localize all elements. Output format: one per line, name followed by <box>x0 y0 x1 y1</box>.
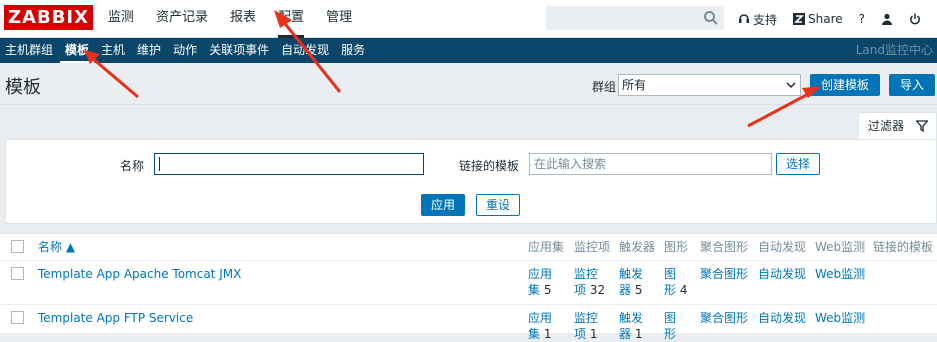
filter-tab-label: 过滤器 <box>868 119 905 133</box>
sub-navigation: 主机群组 模板 主机 维护 动作 关联项事件 自动发现 服务 Land监控中心 <box>0 38 937 63</box>
template-name-link[interactable]: Template App FTP Service <box>38 310 193 326</box>
apps-link[interactable]: 应用集 5 <box>528 266 552 298</box>
discovery-link[interactable]: 自动发现 <box>758 266 806 282</box>
linked-templates-input[interactable]: 在此输入搜索 <box>529 153 772 175</box>
tab-maintenance[interactable]: 维护 <box>132 38 166 63</box>
graphs-link[interactable]: 图形 <box>664 310 676 342</box>
signout-link[interactable] <box>909 13 921 25</box>
col-apps-header: 应用集 <box>528 240 565 254</box>
discovery-link[interactable]: 自动发现 <box>758 310 806 326</box>
col-items-header: 监控项 <box>574 240 611 254</box>
filter-tab[interactable]: 过滤器 <box>858 112 937 140</box>
text-caret <box>159 157 160 171</box>
filter-icon <box>916 120 928 132</box>
zabbix-logo[interactable]: ZABBIX <box>4 5 93 30</box>
main-menu: 监测 资产记录 报表 配置 管理 <box>108 0 374 38</box>
col-name-header[interactable]: 名称 ▲ <box>38 234 75 260</box>
menu-inventory[interactable]: 资产记录 <box>156 0 208 38</box>
share-z-icon <box>793 13 806 25</box>
server-name: Land监控中心 <box>855 43 933 57</box>
tab-hosts[interactable]: 主机 <box>96 38 130 63</box>
screens-link[interactable]: 聚合图形 <box>700 310 748 326</box>
row-checkbox[interactable] <box>11 267 24 280</box>
apps-link[interactable]: 应用集 1 <box>528 310 552 342</box>
apply-button[interactable]: 应用 <box>421 194 465 216</box>
group-select-value: 所有 <box>622 78 647 92</box>
graphs-link[interactable]: 图形 4 <box>664 266 687 298</box>
col-discovery-header: 自动发现 <box>758 240 807 254</box>
share-link[interactable]: Share <box>793 12 843 26</box>
share-label: Share <box>808 12 843 26</box>
tab-actions[interactable]: 动作 <box>168 38 202 63</box>
user-profile-link[interactable] <box>881 13 893 25</box>
menu-configuration[interactable]: 配置 <box>278 0 305 38</box>
page-title: 模板 <box>5 77 41 98</box>
support-label: 支持 <box>753 12 778 27</box>
template-name-link[interactable]: Template App Apache Tomcat JMX <box>38 266 241 282</box>
col-screens-header: 聚合图形 <box>700 240 749 254</box>
import-button[interactable]: 导入 <box>889 74 935 96</box>
select-button[interactable]: 选择 <box>776 153 820 175</box>
tab-correlation[interactable]: 关联项事件 <box>204 38 274 63</box>
web-link[interactable]: Web监测 <box>815 310 865 326</box>
web-link[interactable]: Web监测 <box>815 266 865 282</box>
chevron-down-icon <box>786 82 796 89</box>
menu-administration[interactable]: 管理 <box>326 0 352 38</box>
triggers-link[interactable]: 触发器 5 <box>619 266 643 298</box>
col-web-header: Web监测 <box>815 240 866 254</box>
sub-menu: 主机群组 模板 主机 维护 动作 关联项事件 自动发现 服务 <box>0 38 372 63</box>
group-select[interactable]: 所有 <box>618 74 801 96</box>
row-checkbox[interactable] <box>11 311 24 324</box>
search-icon[interactable] <box>703 10 719 26</box>
templates-table: 名称 ▲ 应用集 监控项 触发器 图形 聚合图形 自动发现 Web监测 链接的模… <box>0 233 937 341</box>
top-links: 支持 Share ? <box>738 0 937 38</box>
filter-panel: 名称 链接的模板 在此输入搜索 选择 应用 重设 <box>5 139 937 224</box>
divider <box>0 104 937 105</box>
filter-name-label: 名称 <box>120 159 145 173</box>
create-template-button[interactable]: 创建模板 <box>810 74 880 96</box>
tab-host-groups[interactable]: 主机群组 <box>0 38 58 63</box>
row-divider <box>0 304 937 305</box>
group-label: 群组 <box>592 80 617 94</box>
headset-icon <box>739 14 749 23</box>
tab-discovery[interactable]: 自动发现 <box>276 38 334 63</box>
filter-name-input[interactable] <box>154 153 424 175</box>
tab-templates[interactable]: 模板 <box>60 38 95 63</box>
col-linked-header: 链接的模板 <box>873 240 934 254</box>
menu-monitoring[interactable]: 监测 <box>108 0 134 38</box>
screens-link[interactable]: 聚合图形 <box>700 266 748 282</box>
help-link[interactable]: ? <box>859 12 865 26</box>
tab-services[interactable]: 服务 <box>336 38 370 63</box>
col-graphs-header: 图形 <box>664 240 689 254</box>
menu-reports[interactable]: 报表 <box>230 0 256 38</box>
reset-button[interactable]: 重设 <box>476 194 520 216</box>
col-triggers-header: 触发器 <box>619 240 656 254</box>
power-icon <box>910 13 920 25</box>
header-divider <box>0 260 937 261</box>
triggers-link[interactable]: 触发器 1 <box>619 310 643 342</box>
top-bar: ZABBIX 监测 资产记录 报表 配置 管理 支持 Share ? <box>0 0 937 38</box>
user-icon <box>882 13 893 25</box>
global-search-input[interactable] <box>546 6 724 30</box>
support-link[interactable]: 支持 <box>738 11 777 28</box>
filter-linked-label: 链接的模板 <box>459 159 520 173</box>
select-all-checkbox[interactable] <box>11 240 24 253</box>
items-link[interactable]: 监控项 32 <box>574 266 605 298</box>
items-link[interactable]: 监控项 1 <box>574 310 598 342</box>
